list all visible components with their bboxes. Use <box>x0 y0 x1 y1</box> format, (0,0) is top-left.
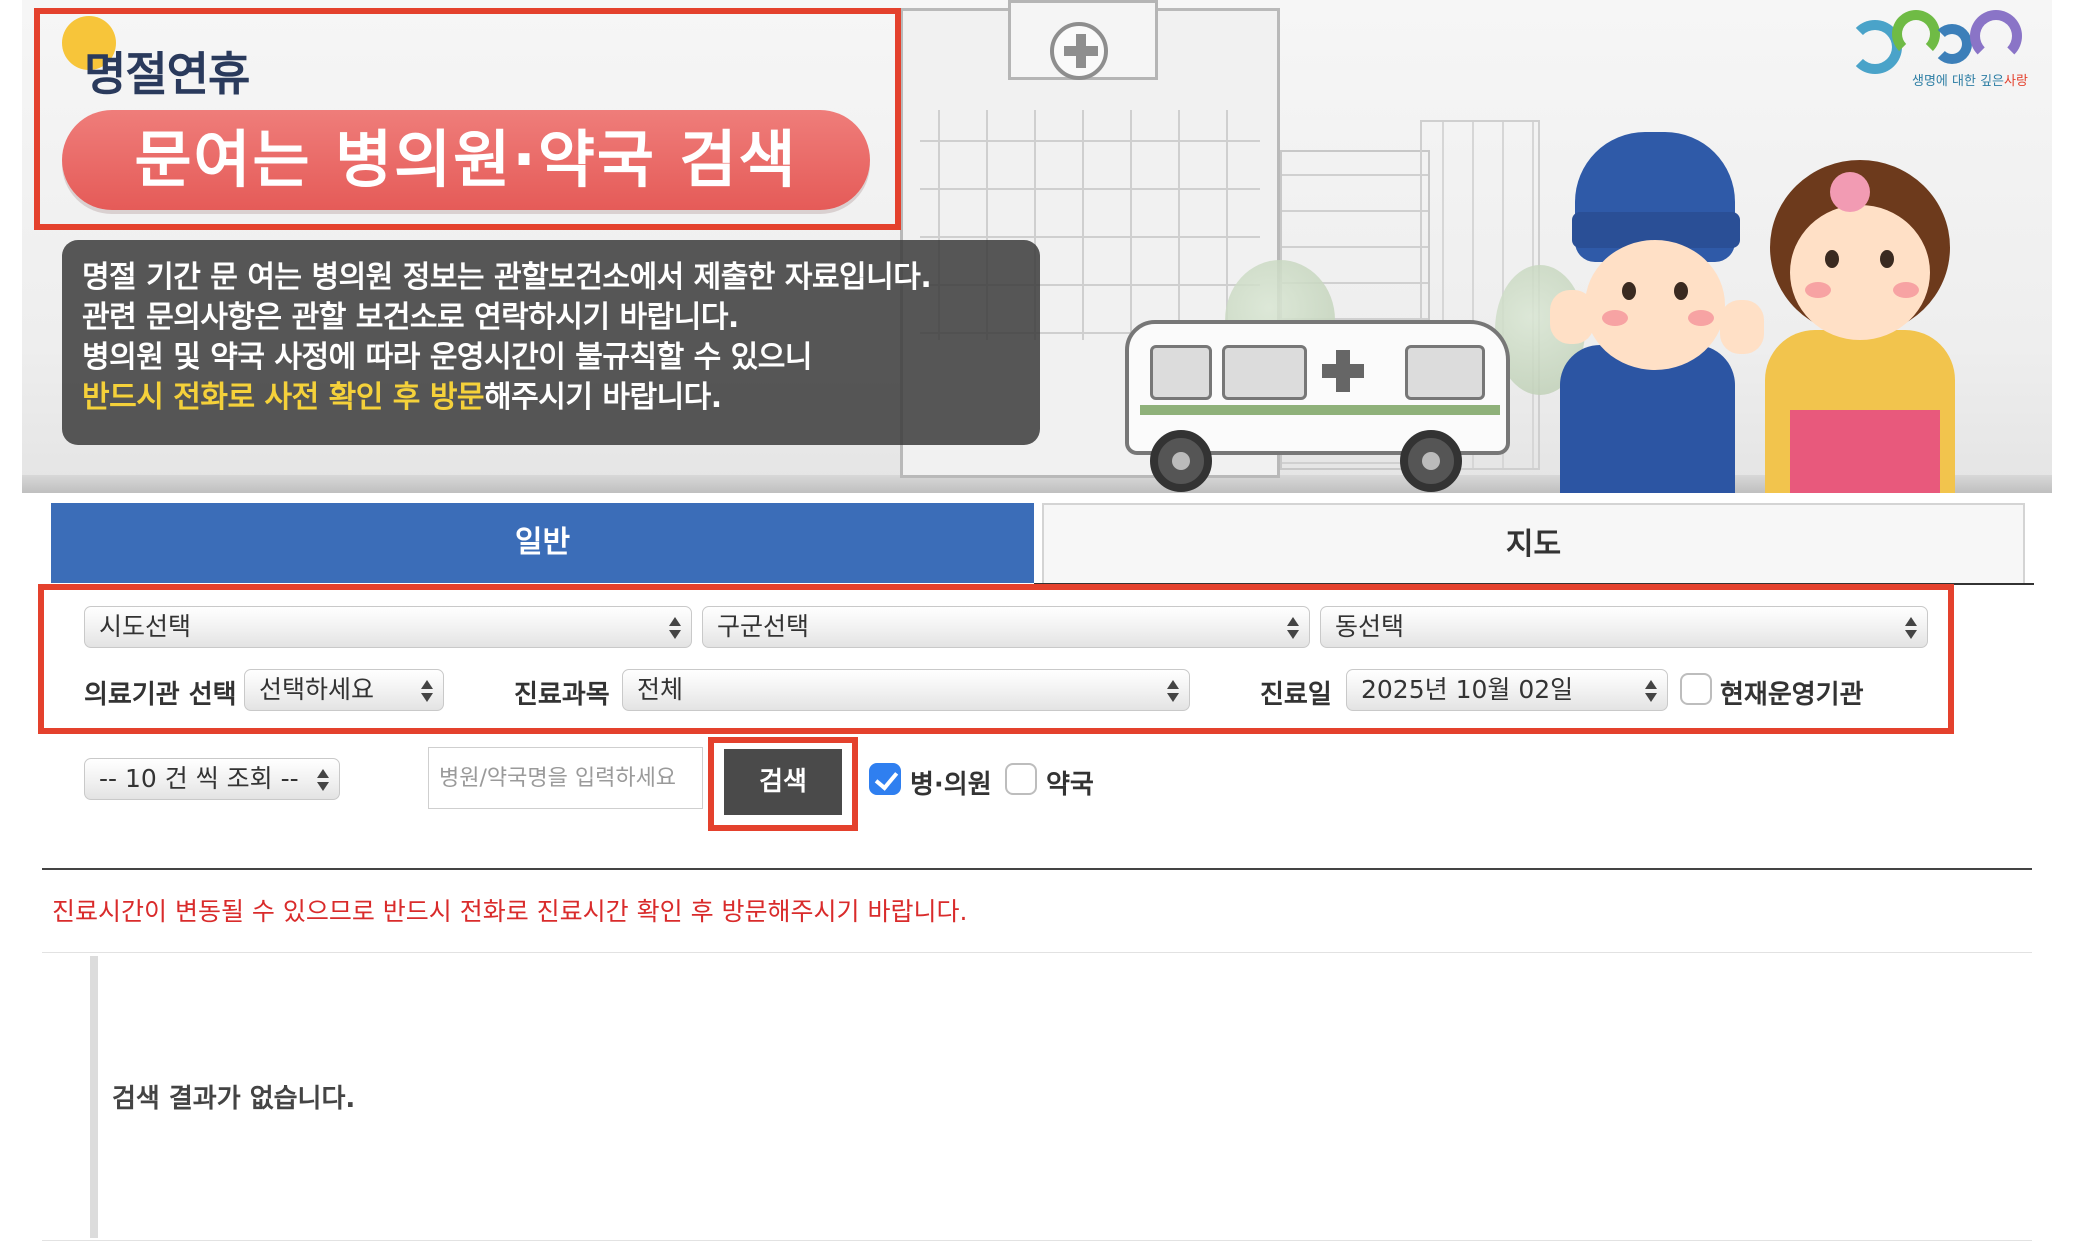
notice-line: 병의원 및 약국 사정에 따라 운영시간이 불규칙할 수 있으니 <box>82 340 812 375</box>
boy-eye <box>1622 282 1636 300</box>
girl-character-skirt <box>1790 410 1940 493</box>
ambulance-wheel <box>1150 430 1212 492</box>
filter-highlight-outline <box>38 584 1954 734</box>
notice-line: 반드시 전화로 사전 확인 후 방문해주시기 바랍니다. <box>82 378 1020 418</box>
logo-slogan: 생명에 대한 깊은사랑 <box>1912 70 2028 89</box>
logo-slogan-highlight: 사랑 <box>2004 74 2028 89</box>
search-button[interactable]: 검색 <box>724 749 842 815</box>
result-side-bar <box>90 956 98 1238</box>
girl-eye <box>1880 250 1894 268</box>
logo-n-icon <box>1970 10 2022 62</box>
notice-line: 명절 기간 문 여는 병의원 정보는 관할보건소에서 제출한 자료입니다. <box>82 260 932 295</box>
ambulance-window <box>1405 345 1485 400</box>
ambulance-stripe <box>1140 405 1500 415</box>
tab-map[interactable]: 지도 <box>1042 503 2025 583</box>
select-arrows-icon <box>317 768 329 792</box>
hours-warning: 진료시간이 변동될 수 있으므로 반드시 전화로 진료시간 확인 후 방문해주시… <box>52 897 968 926</box>
ambulance-window <box>1222 345 1307 400</box>
boy-hand <box>1550 290 1594 344</box>
ambulance-wheel <box>1400 430 1462 492</box>
notice-box: 명절 기간 문 여는 병의원 정보는 관할보건소에서 제출한 자료입니다. 관련… <box>62 240 1040 445</box>
page-size-select[interactable]: -- 10 건 씩 조회 -- <box>84 758 340 800</box>
name-search-input[interactable] <box>428 747 703 809</box>
result-bottom-divider <box>42 1240 2032 1241</box>
title-highlight-outline <box>34 8 901 230</box>
notice-highlight: 반드시 전화로 사전 확인 후 방문 <box>82 380 485 415</box>
pharmacy-checkbox-label: 약국 <box>1046 770 1094 800</box>
notice-line: 관련 문의사항은 관할 보건소로 연락하시기 바랍니다. <box>82 300 739 335</box>
boy-hand <box>1720 300 1764 354</box>
girl-cheek <box>1805 282 1831 298</box>
page-size-select-value: -- 10 건 씩 조회 -- <box>99 764 299 793</box>
tab-general[interactable]: 일반 <box>51 503 1034 583</box>
logo-slogan-text: 생명에 대한 깊은 <box>1912 74 2004 89</box>
ambulance-window <box>1150 345 1212 400</box>
hospital-checkbox[interactable] <box>869 763 901 795</box>
girl-character-face <box>1790 205 1930 340</box>
boy-cheek <box>1602 310 1628 326</box>
logo-e2-icon <box>1932 24 1972 64</box>
empty-result-message: 검색 결과가 없습니다. <box>112 1084 356 1114</box>
notice-tail: 해주시기 바랍니다. <box>484 380 722 415</box>
girl-cheek <box>1893 282 1919 298</box>
girl-flower-icon <box>1830 172 1870 212</box>
pharmacy-checkbox[interactable] <box>1005 763 1037 795</box>
boy-eye <box>1674 282 1688 300</box>
boy-character-face <box>1585 240 1725 370</box>
hospital-checkbox-label: 병·의원 <box>910 770 992 800</box>
result-divider <box>42 952 2032 953</box>
section-divider <box>42 868 2032 870</box>
hospital-cross-icon <box>1050 22 1108 80</box>
ambulance-cross-icon <box>1320 348 1366 394</box>
boy-cheek <box>1688 310 1714 326</box>
girl-eye <box>1825 250 1839 268</box>
